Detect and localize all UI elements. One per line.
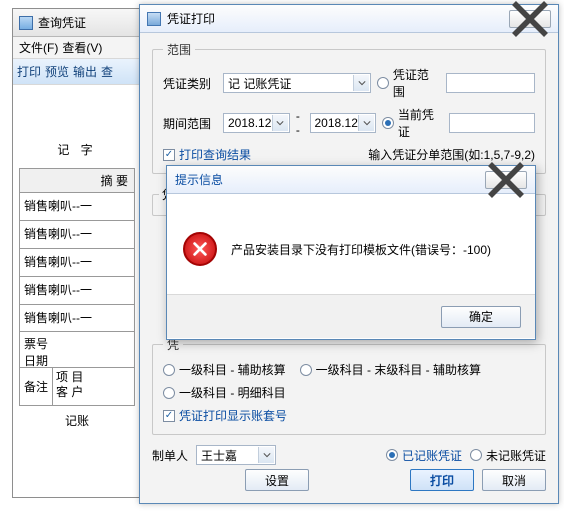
error-icon [183,232,217,266]
voucher-range-input[interactable] [446,73,535,93]
print-button[interactable]: 打印 [410,469,474,491]
menu-view[interactable]: 查看(V) [62,39,102,56]
remark-section: 备注 项 目 客 户 [19,368,135,406]
table-row: 销售喇叭--一 [19,192,135,220]
maker-row: 制单人 王士嘉 已记账凭证 未记账凭证 [152,445,546,465]
voucher-type-value: 记 记账凭证 [228,75,291,92]
bg-toolbar: 打印 预览 输出 查 [13,59,141,85]
tool-preview[interactable]: 预览 [45,63,69,80]
maker-combo[interactable]: 王士嘉 [196,445,276,465]
app-icon [19,16,33,30]
alert-body: 产品安装目录下没有打印模板文件(错误号：-100) [167,194,535,294]
dlg-close-button[interactable] [509,10,551,28]
radio-posted[interactable]: 已记账凭证 [386,447,462,464]
table-row: 销售喇叭--一 [19,304,135,332]
dialog-icon [147,12,161,26]
period-dash: -- [296,109,304,137]
alert-title: 提示信息 [175,171,485,188]
cancel-button[interactable]: 取消 [482,469,546,491]
settings-button[interactable]: 设置 [245,469,309,491]
bg-bottom: 记账 [19,406,135,435]
query-voucher-window: 查询凭证 文件(F) 查看(V) 打印 预览 输出 查 记 字 摘 要 销售喇叭… [12,8,142,498]
period-from-combo[interactable]: 2018.12 [223,113,290,133]
check-show-set[interactable]: 凭证打印显示账套号 [163,407,287,424]
bg-titlebar: 查询凭证 [13,9,141,37]
dlg-titlebar: 凭证打印 [140,5,558,33]
current-voucher-input[interactable] [449,113,535,133]
alert-message: 产品安装目录下没有打印模板文件(错误号：-100) [231,241,491,258]
tool-export[interactable]: 输出 [73,63,97,80]
chevron-down-icon [272,115,288,131]
remark-col: 项 目 客 户 [53,368,134,405]
check-print-result[interactable]: 打印查询结果 [163,146,251,163]
voucher-type-label: 凭证类别 [163,75,217,92]
chevron-down-icon [358,115,374,131]
alert-footer: 确定 [167,294,535,338]
radio-voucher-range[interactable]: 凭证范围 [377,66,440,100]
bg-body: 记 字 摘 要 销售喇叭--一 销售喇叭--一 销售喇叭--一 销售喇叭--一 … [13,85,141,441]
table-row: 销售喇叭--一 [19,220,135,248]
table-foot: 票号 日期 [19,332,135,368]
radio-unposted[interactable]: 未记账凭证 [470,447,546,464]
radio-opt2[interactable]: 一级科目 - 末级科目 - 辅助核算 [300,361,481,378]
voucher-type-combo[interactable]: 记 记账凭证 [223,73,371,93]
alert-ok-button[interactable]: 确定 [441,306,521,328]
radio-current-voucher[interactable]: 当前凭证 [382,106,443,140]
date-label: 日期 [24,352,130,369]
tool-print[interactable]: 打印 [17,63,41,80]
alert-dialog: 提示信息 产品安装目录下没有打印模板文件(错误号：-100) 确定 [166,165,536,340]
dialog-buttons: 设置 打印 取消 [152,465,546,491]
table-header: 摘 要 [19,168,135,192]
table-row: 销售喇叭--一 [19,276,135,304]
bg-title-text: 查询凭证 [38,14,86,31]
maker-label: 制单人 [152,447,188,464]
radio-opt1[interactable]: 一级科目 - 辅助核算 [163,361,286,378]
alert-close-button[interactable] [485,171,527,189]
bill-no-label: 票号 [24,335,130,352]
range-legend: 范围 [163,41,195,58]
tool-more[interactable]: 查 [101,63,113,80]
subject-group: 凭 一级科目 - 辅助核算 一级科目 - 末级科目 - 辅助核算 一级科目 - … [152,336,546,435]
remark-label: 备注 [20,368,53,405]
close-icon [510,0,550,39]
bg-subtitle: 记 字 [19,93,135,168]
menu-file[interactable]: 文件(F) [19,39,58,56]
chevron-down-icon [353,75,369,91]
radio-opt3[interactable]: 一级科目 - 明细科目 [163,384,286,401]
close-icon [486,160,526,200]
period-to-combo[interactable]: 2018.12 [310,113,377,133]
period-label: 期间范围 [163,115,217,132]
table-row: 销售喇叭--一 [19,248,135,276]
dlg-title-text: 凭证打印 [167,10,503,27]
chevron-down-icon [258,447,274,463]
alert-titlebar: 提示信息 [167,166,535,194]
bg-menubar: 文件(F) 查看(V) [13,37,141,59]
range-group: 范围 凭证类别 记 记账凭证 凭证范围 期间范围 2018.12 -- 2018… [152,41,546,174]
